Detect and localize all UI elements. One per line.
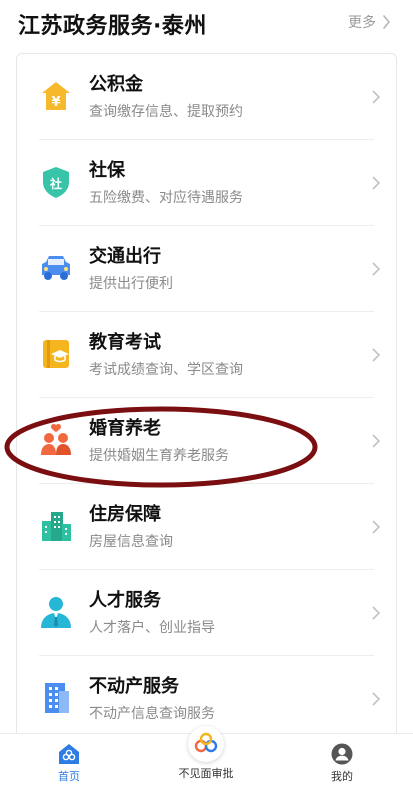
- provident-fund-icon: ¥: [42, 82, 70, 110]
- service-title: 社保: [89, 160, 125, 181]
- service-desc: 房屋信息查询: [89, 534, 173, 550]
- service-desc: 查询缴存信息、提取预约: [89, 104, 243, 120]
- more-link[interactable]: 更多: [348, 12, 391, 32]
- service-title: 婚育养老: [89, 418, 161, 439]
- service-title: 交通出行: [89, 246, 161, 267]
- real-estate-building-icon: [45, 683, 69, 713]
- family-icon: [41, 423, 71, 455]
- service-title: 公积金: [89, 74, 143, 95]
- service-desc: 人才落户、创业指导: [89, 620, 215, 636]
- tab-mine-label: 我的: [331, 770, 353, 783]
- chevron-right-icon: [372, 434, 381, 448]
- service-title: 教育考试: [89, 332, 161, 353]
- chevron-right-icon: [372, 606, 381, 620]
- service-title: 人才服务: [89, 590, 161, 611]
- remote-approval-logo-icon: [188, 726, 224, 762]
- tab-remote-approval-label: 不见面审批: [178, 767, 234, 780]
- service-item-talent[interactable]: 人才服务 人才落户、创业指导: [17, 570, 396, 656]
- chevron-right-icon: [372, 90, 381, 104]
- tab-mine[interactable]: 我的: [282, 734, 402, 790]
- header: 江苏政务服务·泰州 更多: [0, 0, 413, 44]
- svg-text:¥: ¥: [51, 95, 60, 110]
- buildings-icon: [42, 512, 71, 541]
- tab-remote-approval[interactable]: 不见面审批: [146, 726, 266, 790]
- page-title: 江苏政务服务·泰州: [18, 14, 207, 39]
- service-desc: 五险缴费、对应待遇服务: [89, 190, 243, 206]
- chevron-right-icon: [372, 262, 381, 276]
- education-book-icon: [43, 340, 69, 368]
- chevron-right-icon: [372, 348, 381, 362]
- bottom-tab-bar: 首页 不见面审批 我的: [0, 726, 413, 790]
- service-list-card: ¥ 公积金 查询缴存信息、提取预约 社 社保 五险缴费、对应待遇服务 交通出行 …: [16, 53, 397, 745]
- service-item-provident-fund[interactable]: ¥ 公积金 查询缴存信息、提取预约: [17, 54, 396, 140]
- svg-text:社: 社: [49, 176, 62, 191]
- user-avatar-icon: [331, 743, 353, 765]
- home-icon: [59, 744, 79, 764]
- tab-home[interactable]: 首页: [9, 734, 129, 790]
- service-item-marriage-elderly[interactable]: 婚育养老 提供婚姻生育养老服务: [17, 398, 396, 484]
- service-item-education[interactable]: 教育考试 考试成绩查询、学区查询: [17, 312, 396, 398]
- tab-home-label: 首页: [58, 770, 80, 783]
- service-item-housing[interactable]: 住房保障 房屋信息查询: [17, 484, 396, 570]
- person-icon: [41, 597, 71, 628]
- service-title: 不动产服务: [89, 676, 179, 697]
- service-desc: 考试成绩查询、学区查询: [89, 362, 243, 378]
- service-desc: 提供婚姻生育养老服务: [89, 448, 229, 464]
- service-desc: 提供出行便利: [89, 276, 173, 292]
- service-title: 住房保障: [89, 504, 161, 525]
- car-icon: [42, 256, 70, 280]
- chevron-right-icon: [383, 15, 391, 29]
- service-item-social-security[interactable]: 社 社保 五险缴费、对应待遇服务: [17, 140, 396, 226]
- service-desc: 不动产信息查询服务: [89, 706, 215, 722]
- more-label: 更多: [348, 15, 376, 31]
- chevron-right-icon: [372, 520, 381, 534]
- chevron-right-icon: [372, 176, 381, 190]
- service-item-transport[interactable]: 交通出行 提供出行便利: [17, 226, 396, 312]
- chevron-right-icon: [372, 692, 381, 706]
- social-security-shield-icon: 社: [43, 167, 69, 198]
